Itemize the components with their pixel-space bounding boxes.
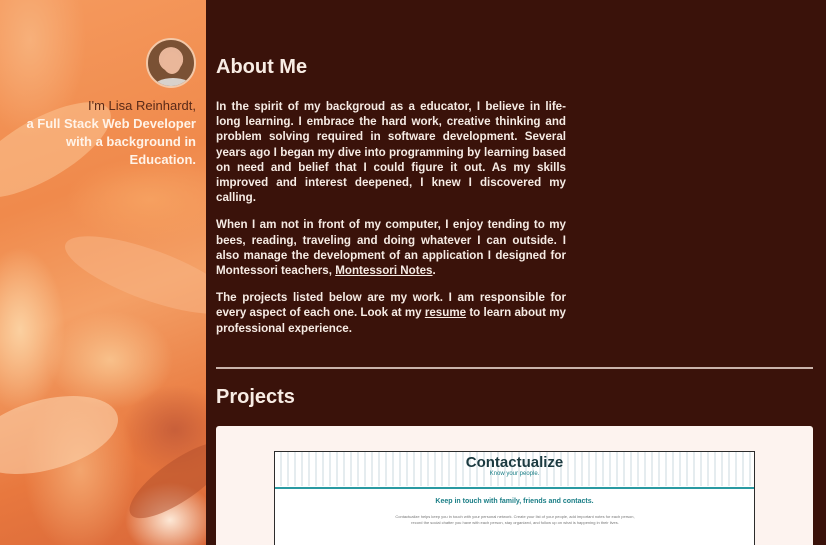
intro-role: a Full Stack Web Developer bbox=[26, 116, 196, 131]
avatar-face bbox=[163, 52, 181, 74]
project-title: Contactualize bbox=[465, 454, 564, 471]
background-swirl bbox=[119, 429, 206, 531]
about-paragraph-1: In the spirit of my backgroud as a educa… bbox=[216, 100, 566, 205]
background-swirl bbox=[56, 220, 206, 330]
project-hero-text: Keep in touch with family, friends and c… bbox=[435, 498, 594, 505]
screenshot-rule bbox=[275, 487, 754, 489]
project-tagline: Know your people. bbox=[489, 471, 540, 477]
sidebar: I'm Lisa Reinhardt, a Full Stack Web Dev… bbox=[0, 0, 206, 545]
about-paragraph-3: The projects listed below are my work. I… bbox=[216, 290, 566, 336]
screenshot-header: Contactualize Know your people. bbox=[275, 452, 754, 486]
intro-text: I'm Lisa Reinhardt, a Full Stack Web Dev… bbox=[0, 97, 196, 169]
about-p2-end: . bbox=[432, 264, 436, 278]
background-swirl bbox=[0, 381, 127, 489]
project-body-text: Contactualize helps keep you in touch wi… bbox=[395, 514, 635, 525]
about-paragraph-2: When I am not in front of my computer, I… bbox=[216, 217, 566, 278]
projects-heading: Projects bbox=[216, 386, 295, 408]
avatar-shirt bbox=[153, 78, 193, 86]
project-card[interactable]: Contactualize Know your people. Keep in … bbox=[216, 426, 813, 545]
intro-name: I'm Lisa Reinhardt, bbox=[88, 98, 196, 113]
project-screenshot[interactable]: Contactualize Know your people. Keep in … bbox=[274, 451, 755, 545]
intro-background: with a background in Education. bbox=[65, 134, 196, 167]
about-section: In the spirit of my backgroud as a educa… bbox=[216, 99, 566, 348]
montessori-notes-link[interactable]: Montessori Notes bbox=[335, 264, 432, 277]
avatar bbox=[146, 38, 196, 88]
main-content: About Me In the spirit of my backgroud a… bbox=[206, 0, 826, 545]
resume-link[interactable]: resume bbox=[425, 306, 466, 319]
section-divider bbox=[216, 367, 813, 369]
about-heading: About Me bbox=[216, 56, 308, 78]
